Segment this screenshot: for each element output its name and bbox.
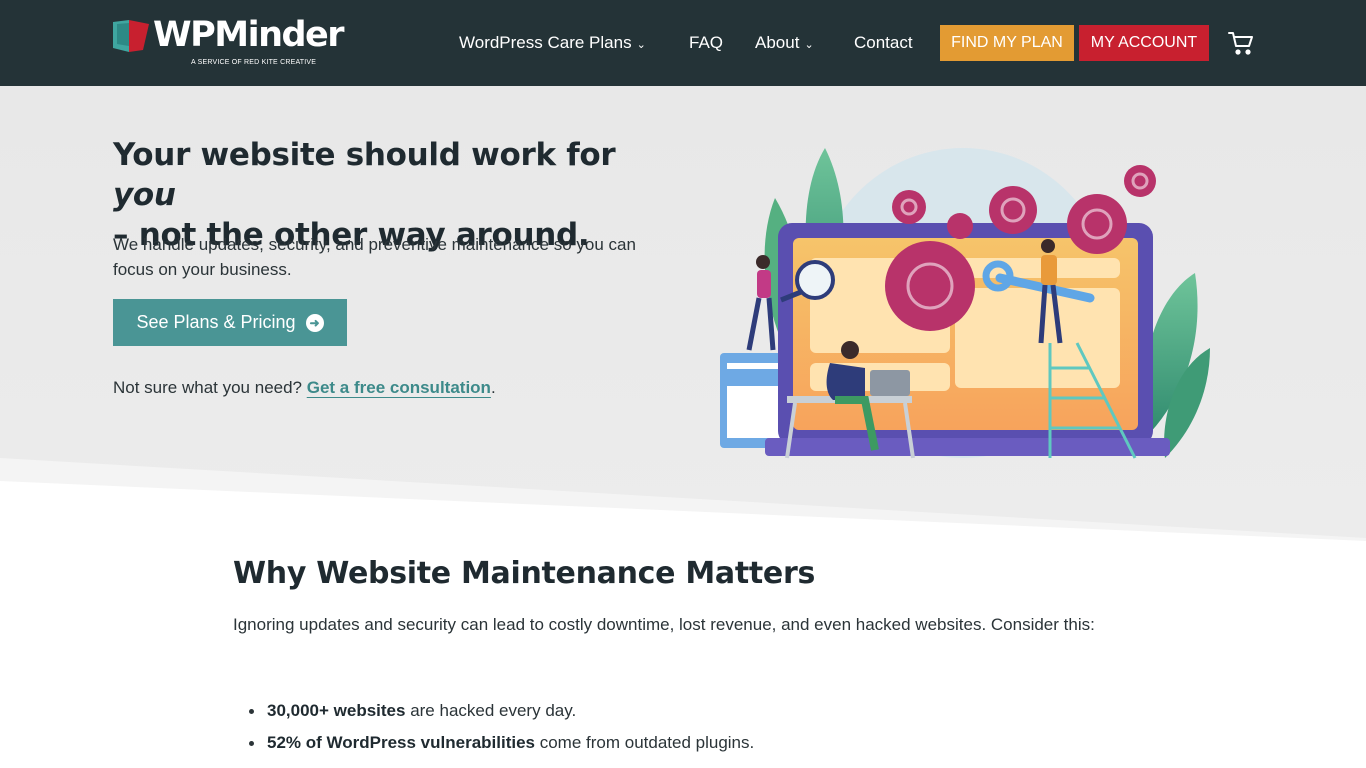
chevron-down-icon: ⌄ (804, 39, 814, 51)
consult-prefix: Not sure what you need? (113, 378, 307, 397)
hero-lead: We handle updates, security, and prevent… (113, 235, 636, 279)
nav-item-contact[interactable]: Contact (854, 0, 913, 86)
list-item: 30,000+ websites are hacked every day. (249, 695, 1147, 727)
arrow-circle-right-icon: ➜ (305, 313, 324, 332)
hero-title-part1: Your website should work for (113, 137, 616, 173)
list-item: 52% of WordPress vulnerabilities come fr… (249, 727, 1147, 759)
hero-title-emphasis: you (113, 177, 176, 213)
section-title: Why Website Maintenance Matters (233, 556, 815, 591)
maintenance-illustration (720, 148, 1210, 459)
logo-mark-icon (113, 20, 149, 52)
consult-suffix: . (490, 378, 496, 397)
nav-item-about[interactable]: About ⌄ (755, 0, 814, 86)
see-plans-pricing-button[interactable]: See Plans & Pricing ➜ (113, 299, 347, 346)
nav-label: FAQ (689, 33, 724, 52)
stat-highlight: 30,000+ websites (267, 701, 406, 720)
nav-item-care-plans[interactable]: WordPress Care Plans ⌄ (459, 0, 646, 86)
consultation-text: Not sure what you need? Get a free consu… (113, 378, 496, 398)
free-consultation-link[interactable]: Get a free consultation (307, 378, 491, 397)
cta-label: See Plans & Pricing (136, 312, 296, 332)
stats-list: 30,000+ websites are hacked every day. 5… (249, 695, 1147, 759)
nav-item-faq[interactable]: FAQ (689, 0, 723, 86)
logo-subtitle: A SERVICE OF RED KITE CREATIVE (191, 59, 317, 66)
my-account-button[interactable]: MY ACCOUNT (1079, 25, 1209, 61)
nav-label: About (755, 33, 800, 52)
wpminder-logo[interactable]: WPMinder A SERVICE OF RED KITE CREATIVE (113, 15, 345, 69)
site-header: WPMinder A SERVICE OF RED KITE CREATIVE … (0, 0, 1366, 86)
stat-highlight: 52% of WordPress vulnerabilities (267, 733, 535, 752)
find-my-plan-button[interactable]: FIND MY PLAN (940, 25, 1074, 61)
logo-text: WPMinder (153, 15, 345, 55)
section-lead: Ignoring updates and security can lead t… (233, 615, 1095, 634)
stat-text: are hacked every day. (405, 701, 577, 720)
stat-text: come from outdated plugins. (535, 733, 755, 752)
nav-label: WordPress Care Plans (459, 33, 632, 52)
nav-label: Contact (854, 33, 913, 52)
chevron-down-icon: ⌄ (636, 39, 646, 51)
cart-icon[interactable] (1228, 30, 1254, 56)
